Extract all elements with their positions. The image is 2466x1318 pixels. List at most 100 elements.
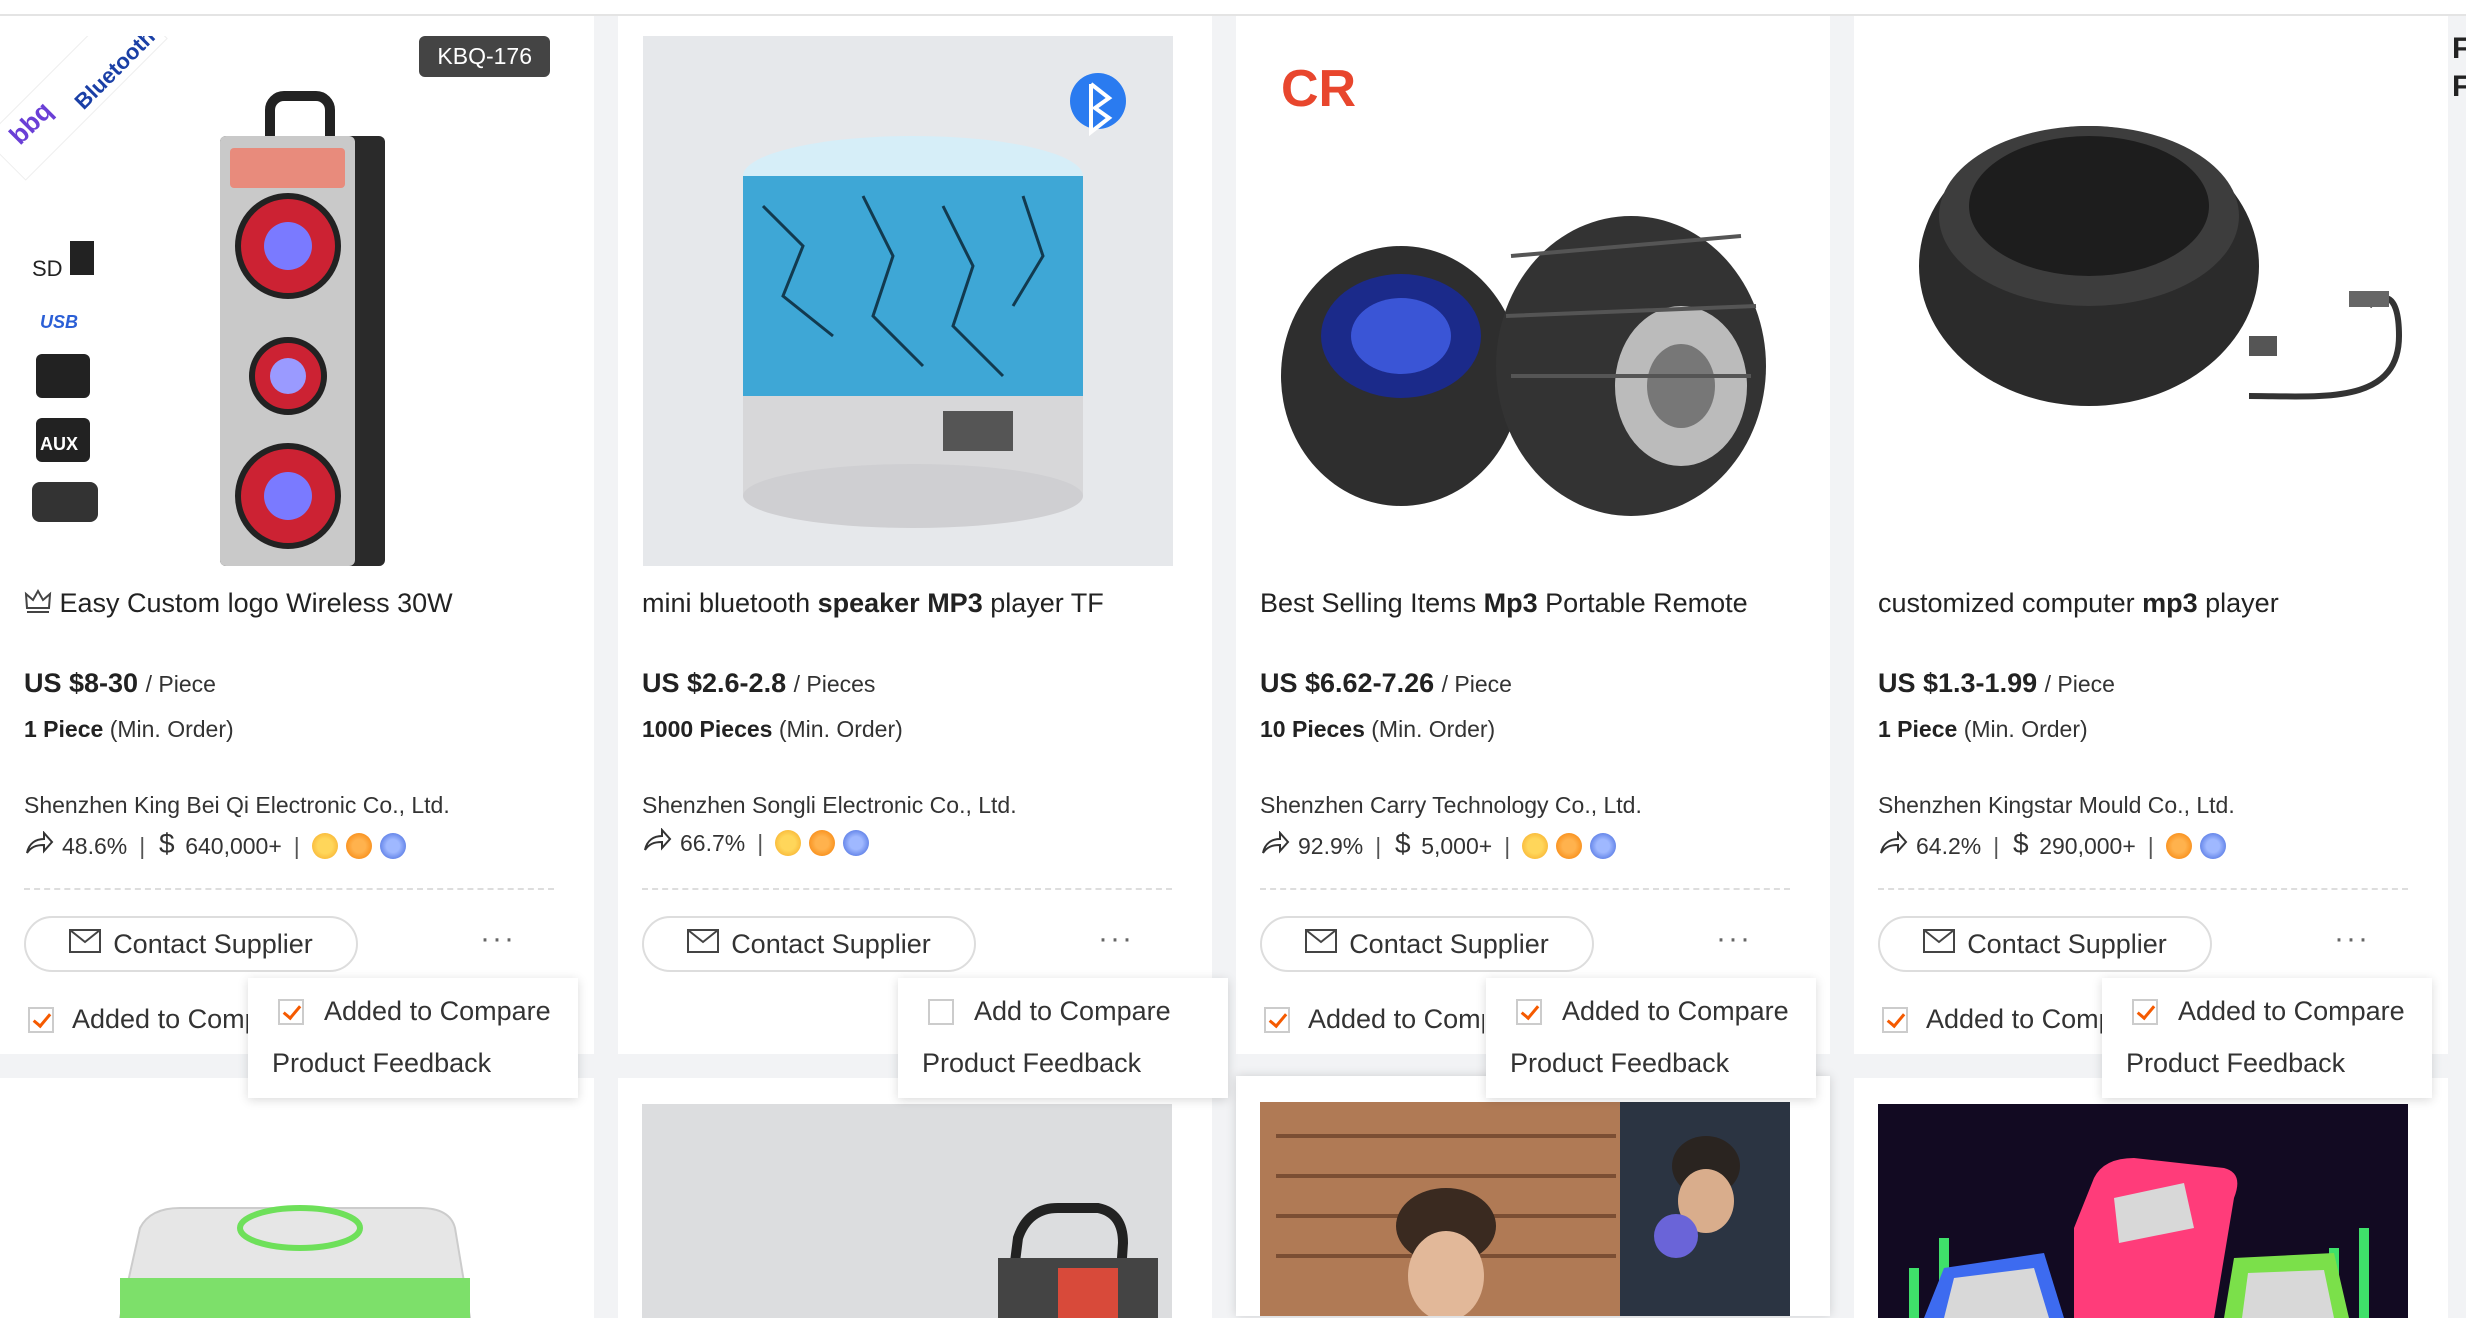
separator: | <box>2147 832 2154 859</box>
product-card[interactable] <box>1236 1076 1830 1316</box>
menu-compare-label: Add to Compare <box>974 996 1171 1026</box>
trade-assurance-icon[interactable] <box>2165 833 2192 859</box>
product-image-speaker[interactable] <box>643 36 1173 566</box>
verified-icon[interactable] <box>1590 833 1617 859</box>
supplier-stats: 66.7% | <box>642 827 870 858</box>
title-part: Best Selling Items <box>1260 588 1484 618</box>
dollar-icon: $ <box>2011 828 2031 864</box>
menu-item-compare[interactable]: Added to Compare <box>1516 996 1789 1027</box>
product-title[interactable]: Easy Custom logo Wireless 30W <box>24 588 564 621</box>
contact-supplier-button[interactable]: Contact Supplier <box>642 916 976 972</box>
verified-icon[interactable] <box>379 833 406 859</box>
compare-checkbox-row[interactable]: Added to Compare <box>28 1004 248 1035</box>
price-amount: US $6.62-7.26 <box>1260 668 1435 698</box>
svg-text:AUX: AUX <box>40 434 78 454</box>
sku-badge: KBQ-176 <box>419 36 550 77</box>
price-unit: / Pieces <box>793 671 876 697</box>
product-title[interactable]: Best Selling Items Mp3 Portable Remote <box>1260 588 1800 619</box>
menu-item-compare[interactable]: Added to Compare <box>2132 996 2405 1027</box>
price-unit: / Piece <box>145 671 216 697</box>
menu-item-product-feedback[interactable]: Product Feedback <box>272 1048 491 1079</box>
product-title[interactable]: mini bluetooth speaker MP3 player TF <box>642 588 1182 619</box>
menu-compare-checkbox[interactable] <box>2132 998 2158 1025</box>
divider <box>1878 888 2408 890</box>
min-order: 1 Piece (Min. Order) <box>24 716 234 743</box>
compare-checkbox-row[interactable]: Added to Compare <box>1882 1004 2102 1035</box>
top-border <box>0 0 2466 16</box>
price: US $1.3-1.99 / Piece <box>1878 668 2115 699</box>
contact-supplier-label: Contact Supplier <box>1349 928 1549 959</box>
trade-assurance-icon[interactable] <box>1556 833 1583 859</box>
more-options-icon[interactable]: ··· <box>480 922 516 956</box>
gold-supplier-icon[interactable] <box>775 830 802 856</box>
price: US $8-30 / Piece <box>24 668 216 699</box>
divider <box>24 888 554 890</box>
envelope-icon <box>687 928 720 960</box>
menu-item-product-feedback[interactable]: Product Feedback <box>2126 1048 2345 1079</box>
trade-assurance-icon[interactable] <box>345 833 372 859</box>
supplier-name[interactable]: Shenzhen Carry Technology Co., Ltd. <box>1260 792 1642 819</box>
response-rate: 64.2% <box>1916 832 1982 859</box>
contact-supplier-label: Contact Supplier <box>731 928 931 959</box>
compare-label: Added to Compare <box>72 1004 248 1034</box>
moq-qty: 1000 Pieces <box>642 716 773 742</box>
gold-supplier-icon[interactable] <box>1522 833 1549 859</box>
svg-text:SD: SD <box>32 256 63 281</box>
separator: | <box>1375 832 1382 859</box>
dollar-icon: $ <box>157 828 177 864</box>
crown-icon <box>24 588 52 621</box>
separator: | <box>139 832 146 859</box>
menu-compare-checkbox[interactable] <box>278 998 304 1025</box>
moq-qty: 10 Pieces <box>1260 716 1365 742</box>
menu-item-product-feedback[interactable]: Product Feedback <box>922 1048 1141 1079</box>
mini-ball-speaker-image <box>1879 36 2409 566</box>
menu-compare-checkbox[interactable] <box>1516 998 1542 1025</box>
product-image-boombox[interactable]: bbq Bluetooth SD USB AUX <box>0 36 575 566</box>
product-title-text: Easy Custom logo Wireless 30W <box>59 588 453 618</box>
right-edge-text: F F <box>2452 30 2466 106</box>
contact-supplier-button[interactable]: Contact Supplier <box>1878 916 2212 972</box>
contact-supplier-button[interactable]: Contact Supplier <box>24 916 358 972</box>
menu-item-compare[interactable]: Added to Compare <box>278 996 551 1027</box>
product-card[interactable]: bbq Bluetooth SD USB AUX KBQ-176 Easy Cu… <box>0 16 594 1098</box>
compare-checkbox[interactable] <box>1264 1006 1290 1033</box>
supplier-name[interactable]: Shenzhen Songli Electronic Co., Ltd. <box>642 792 1017 819</box>
verified-icon[interactable] <box>2199 833 2226 859</box>
product-card[interactable]: CR Best Selling Items Mp3 Portable Remot… <box>1236 16 1830 1098</box>
response-rate: 66.7% <box>680 829 746 856</box>
contact-supplier-button[interactable]: Contact Supplier <box>1260 916 1594 972</box>
compare-checkbox-row[interactable]: Added to Compare <box>1264 1004 1484 1035</box>
product-image-mini-speaker[interactable] <box>1879 36 2409 566</box>
product-title[interactable]: customized computer mp3 player <box>1878 588 2418 619</box>
menu-item-compare[interactable]: Add to Compare <box>928 996 1171 1027</box>
more-options-menu: Add to Compare Product Feedback <box>898 978 1228 1098</box>
product-image-portable-speaker <box>618 1078 1212 1318</box>
svg-text:$: $ <box>1395 828 1411 858</box>
product-image-tire-speakers[interactable]: CR <box>1261 36 1791 566</box>
compare-checkbox[interactable] <box>1882 1006 1908 1033</box>
share-arrow-icon <box>642 827 672 858</box>
product-card[interactable] <box>618 1078 1212 1318</box>
verified-icon[interactable] <box>843 830 870 856</box>
trade-assurance-icon[interactable] <box>809 830 836 856</box>
compare-checkbox[interactable] <box>28 1006 54 1033</box>
product-card[interactable]: customized computer mp3 player US $1.3-1… <box>1854 16 2448 1098</box>
price-unit: / Piece <box>2044 671 2115 697</box>
more-options-icon[interactable]: ··· <box>1716 922 1752 956</box>
menu-item-product-feedback[interactable]: Product Feedback <box>1510 1048 1729 1079</box>
more-options-icon[interactable]: ··· <box>1098 922 1134 956</box>
product-card[interactable]: mini bluetooth speaker MP3 player TF US … <box>618 16 1228 1098</box>
price-amount: US $8-30 <box>24 668 139 698</box>
more-options-icon[interactable]: ··· <box>2334 922 2370 956</box>
more-options-menu: Added to Compare Product Feedback <box>2102 978 2432 1098</box>
product-card[interactable] <box>0 1078 594 1318</box>
menu-compare-checkbox[interactable] <box>928 998 954 1025</box>
supplier-name[interactable]: Shenzhen Kingstar Mould Co., Ltd. <box>1878 792 2235 819</box>
share-arrow-icon <box>24 830 54 861</box>
supplier-name[interactable]: Shenzhen King Bei Qi Electronic Co., Ltd… <box>24 792 450 819</box>
gold-supplier-icon[interactable] <box>311 833 338 859</box>
product-card[interactable] <box>1854 1078 2448 1318</box>
moq-qty: 1 Piece <box>24 716 104 742</box>
supplier-stats: 64.2% | $ 290,000+ | <box>1878 828 2226 864</box>
separator: | <box>293 832 300 859</box>
